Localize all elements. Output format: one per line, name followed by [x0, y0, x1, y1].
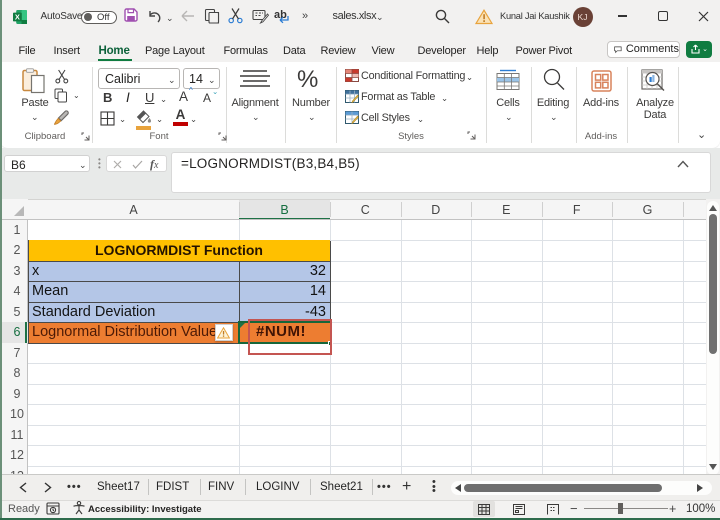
svg-text:X: X [15, 13, 20, 22]
